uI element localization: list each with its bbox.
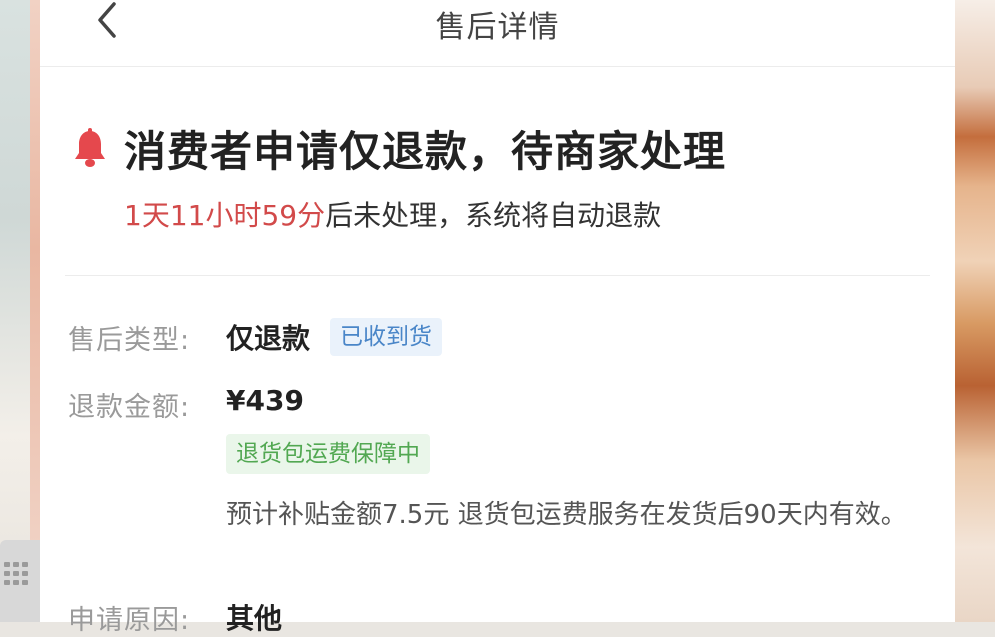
reason-value: 其他 xyxy=(226,602,283,635)
divider xyxy=(65,275,930,276)
navbar: 售后详情 xyxy=(40,0,955,67)
type-label: 售后类型: xyxy=(68,325,191,356)
status-header: 消费者申请仅退款，待商家处理 xyxy=(72,118,726,178)
amount-value: ¥439 xyxy=(226,384,304,417)
shipping-note: 预计补贴金额7.5元 退货包运费服务在发货后90天内有效。 xyxy=(226,500,907,530)
countdown-suffix: 后未处理，系统将自动退款 xyxy=(325,199,662,232)
countdown-time: 1天11小时59分 xyxy=(124,199,326,232)
amount-label: 退款金额: xyxy=(68,392,191,423)
background-left-strip xyxy=(30,0,40,622)
received-goods-tag: 已收到货 xyxy=(330,318,442,356)
type-value: 仅退款 xyxy=(226,322,311,355)
shipping-guarantee-tag: 退货包运费保障中 xyxy=(226,434,430,474)
countdown-notice: 1天11小时59分后未处理，系统将自动退款 xyxy=(124,194,661,234)
reason-label: 申请原因: xyxy=(68,605,191,636)
background-device xyxy=(0,540,40,622)
page-title: 售后详情 xyxy=(435,10,560,45)
background-right xyxy=(955,0,995,622)
after-sales-detail-panel: 售后详情 消费者申请仅退款，待商家处理 1天11小时59分后未处理，系统将自动退… xyxy=(40,0,955,636)
bell-icon xyxy=(75,128,105,167)
status-title: 消费者申请仅退款，待商家处理 xyxy=(124,126,727,176)
